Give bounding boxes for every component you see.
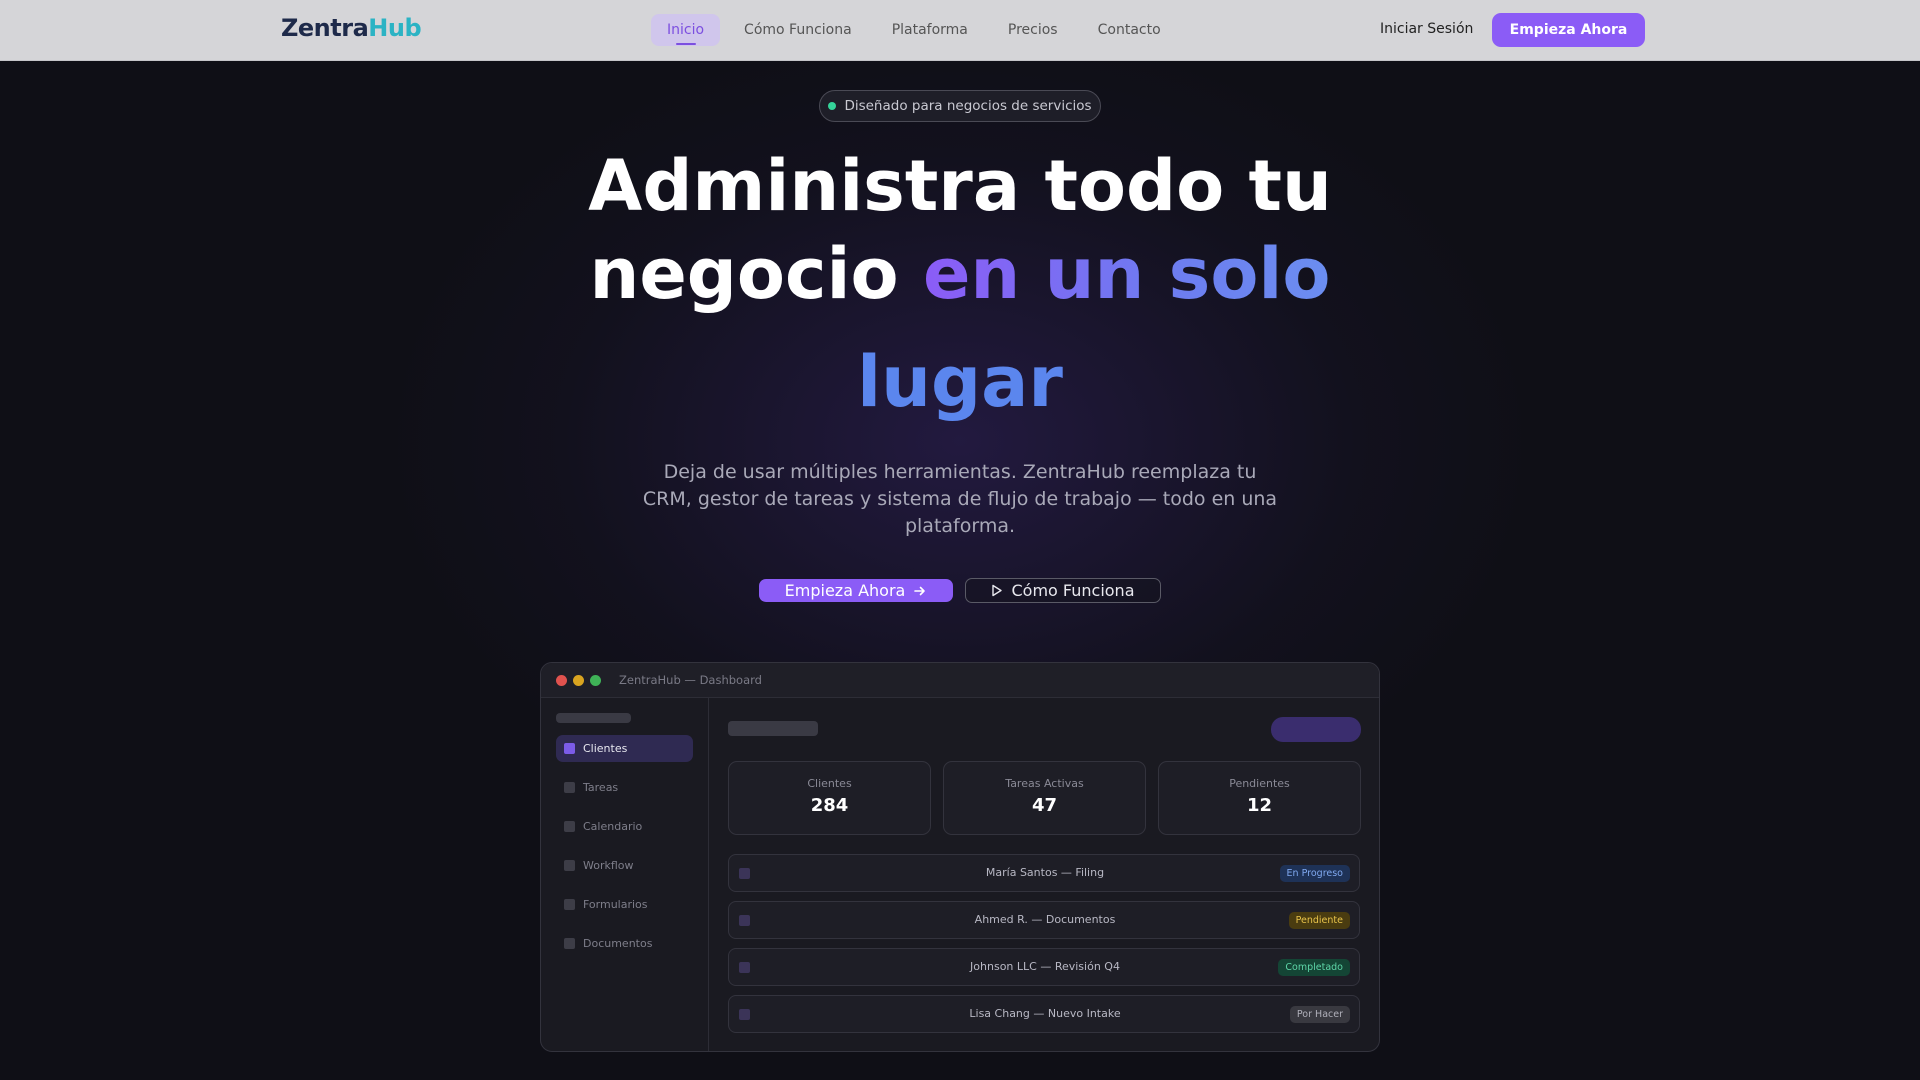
table-row[interactable]: Johnson LLC — Revisión Q4 Completado xyxy=(728,948,1360,986)
hero-primary-button[interactable]: Empieza Ahora xyxy=(759,579,953,602)
stat-value: 47 xyxy=(1031,795,1058,816)
nav-cta-button[interactable]: Empieza Ahora xyxy=(1492,13,1645,47)
hero-badge-label: Diseñado para negocios de servicios xyxy=(844,98,1092,114)
sidebar-item-label: Clientes xyxy=(583,742,628,755)
sidebar-item-label: Calendario xyxy=(583,820,643,833)
sidebar-skeleton xyxy=(556,713,631,723)
nav-links: Inicio Cómo Funciona Plataforma Precios … xyxy=(651,14,1177,46)
nav-link-como-funciona[interactable]: Cómo Funciona xyxy=(728,14,868,46)
status-dot-icon xyxy=(828,102,837,110)
close-dot-icon xyxy=(556,675,567,686)
logo[interactable]: ZentraHub xyxy=(281,14,422,42)
hero-subtitle: Deja de usar múltiples herramientas. Zen… xyxy=(642,461,1278,537)
status-badge: Por Hacer xyxy=(1289,1006,1350,1023)
row-text: Johnson LLC — Revisión Q4 xyxy=(970,960,1120,973)
hero-title-line3: lugar xyxy=(0,338,1920,426)
logo-text-zentra: Zentra xyxy=(281,14,369,42)
sidebar-item-label: Tareas xyxy=(583,781,619,794)
hero-secondary-button[interactable]: Cómo Funciona xyxy=(965,578,1161,603)
sidebar-item-label: Documentos xyxy=(583,937,653,950)
stat-card-clientes: Clientes 284 xyxy=(728,761,931,835)
table-row[interactable]: Ahmed R. — Documentos Pendiente xyxy=(728,901,1360,939)
hero-primary-label: Empieza Ahora xyxy=(784,581,906,600)
main-action-button-skeleton[interactable] xyxy=(1271,717,1361,742)
row-text: Lisa Chang — Nuevo Intake xyxy=(969,1007,1121,1020)
sidebar-item-formularios[interactable]: Formularios xyxy=(556,891,693,918)
table-row[interactable]: Lisa Chang — Nuevo Intake Por Hacer xyxy=(728,995,1360,1033)
formularios-icon xyxy=(564,899,575,910)
sidebar-item-tareas[interactable]: Tareas xyxy=(556,774,693,801)
table-row[interactable]: María Santos — Filing En Progreso xyxy=(728,854,1360,892)
hero-title-line1: Administra todo tu xyxy=(588,145,1332,227)
nav-link-plataforma[interactable]: Plataforma xyxy=(876,14,984,46)
documentos-icon xyxy=(564,938,575,949)
login-link[interactable]: Iniciar Sesión xyxy=(1380,21,1473,37)
stat-value: 12 xyxy=(1246,795,1273,816)
status-badge: Completado xyxy=(1278,959,1350,976)
stat-label: Tareas Activas xyxy=(1005,777,1084,790)
play-icon xyxy=(992,584,1003,597)
arrow-right-icon xyxy=(914,586,926,595)
stat-label: Clientes xyxy=(807,777,852,790)
hero-title-accent-2: lugar xyxy=(857,341,1063,423)
logo-text-hub: Hub xyxy=(368,14,422,42)
stat-card-tareas-activas: Tareas Activas 47 xyxy=(943,761,1146,835)
status-badge: Pendiente xyxy=(1288,912,1350,929)
nav-link-precios[interactable]: Precios xyxy=(992,14,1074,46)
window-title: ZentraHub — Dashboard xyxy=(619,673,762,687)
stat-card-pendientes: Pendientes 12 xyxy=(1158,761,1361,835)
stat-value: 284 xyxy=(810,795,849,816)
row-text: Ahmed R. — Documentos xyxy=(974,913,1116,926)
row-text: María Santos — Filing xyxy=(985,866,1105,879)
top-navbar: ZentraHub Inicio Cómo Funciona Plataform… xyxy=(0,0,1920,61)
minimize-dot-icon xyxy=(573,675,584,686)
sidebar-item-label: Formularios xyxy=(583,898,648,911)
sidebar-item-calendario[interactable]: Calendario xyxy=(556,813,693,840)
sidebar-item-clientes[interactable]: Clientes xyxy=(556,735,693,762)
stat-label: Pendientes xyxy=(1229,777,1290,790)
hero-secondary-label: Cómo Funciona xyxy=(1011,581,1135,600)
workflow-icon xyxy=(564,860,575,871)
calendario-icon xyxy=(564,821,575,832)
hero-badge: Diseñado para negocios de servicios xyxy=(819,90,1101,122)
sidebar-item-label: Workflow xyxy=(583,859,634,872)
hero-title-accent: en un solo xyxy=(922,233,1331,315)
sidebar-item-documentos[interactable]: Documentos xyxy=(556,930,693,957)
tareas-icon xyxy=(564,782,575,793)
hero-title-line2: negocio en un solo xyxy=(0,230,1920,318)
nav-link-inicio[interactable]: Inicio xyxy=(651,14,721,46)
status-badge: En Progreso xyxy=(1279,865,1350,882)
sidebar-item-workflow[interactable]: Workflow xyxy=(556,852,693,879)
hero-title-plain: negocio xyxy=(589,233,923,315)
window-titlebar: ZentraHub — Dashboard xyxy=(541,663,1379,698)
clientes-icon xyxy=(564,743,575,754)
nav-link-contacto[interactable]: Contacto xyxy=(1082,14,1177,46)
dashboard-sidebar: Clientes Tareas Calendario Workflow Form… xyxy=(541,698,709,1051)
maximize-dot-icon xyxy=(590,675,601,686)
main-header-skeleton xyxy=(728,721,818,736)
dashboard-preview: ZentraHub — Dashboard Clientes Tareas Ca… xyxy=(540,662,1380,1052)
